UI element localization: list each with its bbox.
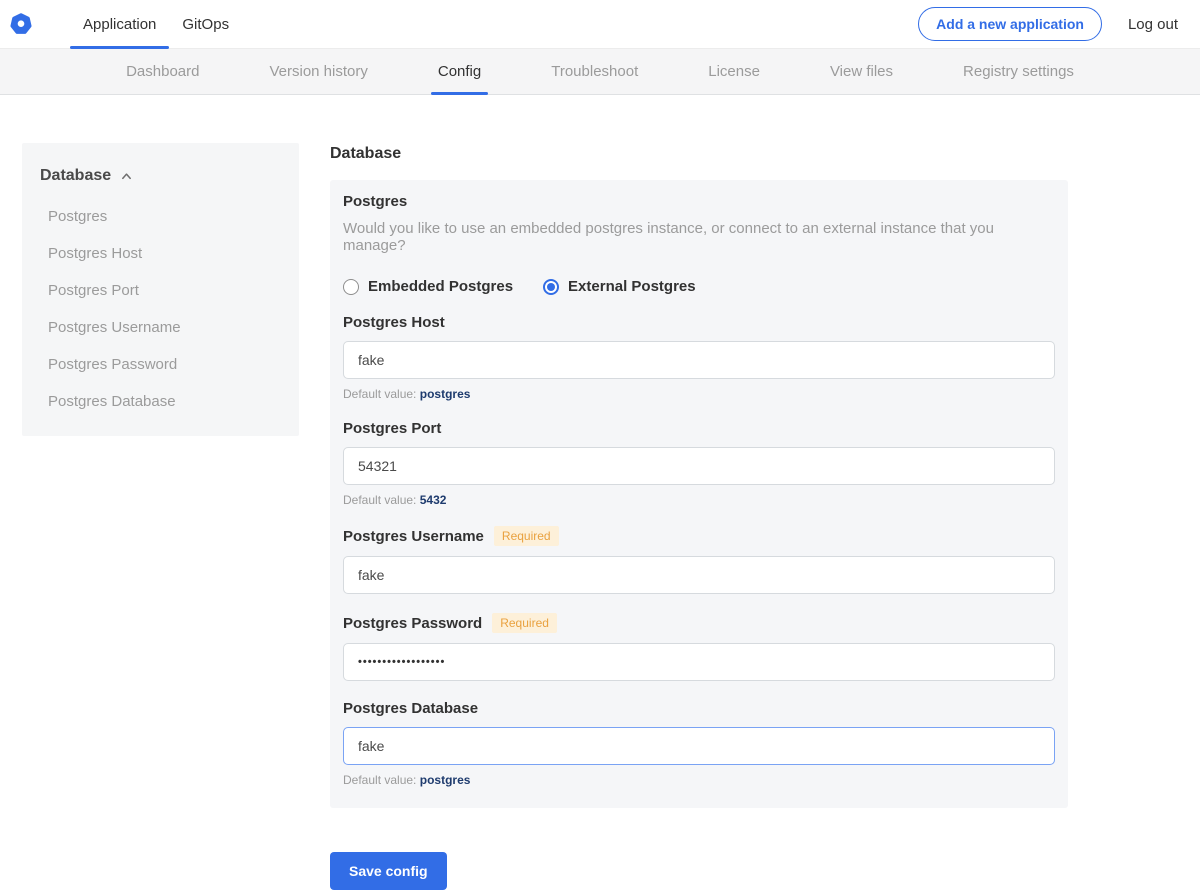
- postgres-host-default: Default value: postgres: [343, 387, 1055, 401]
- subnav-troubleshoot[interactable]: Troubleshoot: [544, 49, 645, 94]
- subnav-dashboard-label: Dashboard: [126, 63, 199, 80]
- postgres-username-label: Postgres Username: [343, 528, 484, 545]
- sidebar-group-database-label: Database: [40, 167, 111, 185]
- database-config-panel: Postgres Would you like to use an embedd…: [330, 180, 1068, 808]
- default-prefix: Default value:: [343, 773, 416, 787]
- postgres-database-default: Default value: postgres: [343, 773, 1055, 787]
- page-title: Database: [330, 145, 1068, 163]
- postgres-database-label: Postgres Database: [343, 700, 478, 717]
- required-badge: Required: [492, 613, 557, 633]
- subnav-config[interactable]: Config: [431, 49, 488, 94]
- postgres-group-help: Would you like to use an embedded postgr…: [343, 220, 1055, 254]
- radio-external-postgres-label: External Postgres: [568, 278, 696, 295]
- app-subnav: Dashboard Version history Config Trouble…: [0, 48, 1200, 95]
- field-postgres-host: Postgres Host Default value: postgres: [343, 314, 1055, 401]
- postgres-group-label: Postgres: [343, 193, 1055, 210]
- config-main: Database Postgres Would you like to use …: [330, 143, 1068, 890]
- subnav-config-label: Config: [438, 63, 481, 80]
- postgres-mode-options: Embedded Postgres External Postgres: [343, 278, 1055, 295]
- postgres-password-label: Postgres Password: [343, 615, 482, 632]
- sidebar-item-postgres[interactable]: Postgres: [48, 198, 281, 235]
- default-value: 5432: [420, 493, 447, 507]
- sidebar-item-postgres-port[interactable]: Postgres Port: [48, 272, 281, 309]
- sidebar-item-postgres-password[interactable]: Postgres Password: [48, 346, 281, 383]
- postgres-port-label: Postgres Port: [343, 420, 441, 437]
- subnav-registry-settings-label: Registry settings: [963, 63, 1074, 80]
- subnav-version-history[interactable]: Version history: [262, 49, 374, 94]
- sidebar-group-database[interactable]: Database: [40, 167, 281, 185]
- postgres-mode-group: Postgres Would you like to use an embedd…: [343, 193, 1055, 295]
- chevron-up-icon: [120, 170, 133, 183]
- subnav-registry-settings[interactable]: Registry settings: [956, 49, 1081, 94]
- logout-link[interactable]: Log out: [1128, 16, 1178, 33]
- postgres-host-label: Postgres Host: [343, 314, 445, 331]
- app-logo-icon: [10, 13, 32, 35]
- default-prefix: Default value:: [343, 493, 416, 507]
- subnav-version-history-label: Version history: [269, 63, 367, 80]
- tab-application-label: Application: [83, 16, 156, 33]
- default-value: postgres: [420, 773, 471, 787]
- field-postgres-password: Postgres Password Required: [343, 613, 1055, 681]
- subnav-dashboard[interactable]: Dashboard: [119, 49, 206, 94]
- app-tabs: Application GitOps: [70, 0, 242, 48]
- sidebar-item-postgres-database[interactable]: Postgres Database: [48, 383, 281, 420]
- tab-gitops[interactable]: GitOps: [169, 0, 242, 48]
- subnav-troubleshoot-label: Troubleshoot: [551, 63, 638, 80]
- postgres-port-default: Default value: 5432: [343, 493, 1055, 507]
- field-postgres-port: Postgres Port Default value: 5432: [343, 420, 1055, 507]
- default-prefix: Default value:: [343, 387, 416, 401]
- subnav-license-label: License: [708, 63, 760, 80]
- config-page-layout: Database Postgres Postgres Host Postgres…: [0, 95, 1200, 890]
- postgres-password-input[interactable]: [343, 643, 1055, 681]
- radio-unselected-icon: [343, 279, 359, 295]
- app-logo[interactable]: [10, 13, 32, 35]
- add-new-application-button[interactable]: Add a new application: [918, 7, 1102, 41]
- tab-application[interactable]: Application: [70, 0, 169, 48]
- field-postgres-database: Postgres Database Default value: postgre…: [343, 700, 1055, 787]
- top-navbar: Application GitOps Add a new application…: [0, 0, 1200, 48]
- subnav-view-files[interactable]: View files: [823, 49, 900, 94]
- postgres-port-input[interactable]: [343, 447, 1055, 485]
- radio-embedded-postgres[interactable]: Embedded Postgres: [343, 278, 513, 295]
- radio-external-postgres[interactable]: External Postgres: [543, 278, 696, 295]
- sidebar-item-postgres-host[interactable]: Postgres Host: [48, 235, 281, 272]
- topnav-right-actions: Add a new application Log out: [918, 7, 1178, 41]
- default-value: postgres: [420, 387, 471, 401]
- postgres-username-input[interactable]: [343, 556, 1055, 594]
- radio-selected-icon: [543, 279, 559, 295]
- postgres-database-input[interactable]: [343, 727, 1055, 765]
- save-config-button[interactable]: Save config: [330, 852, 447, 890]
- subnav-license[interactable]: License: [701, 49, 767, 94]
- radio-embedded-postgres-label: Embedded Postgres: [368, 278, 513, 295]
- config-sidebar: Database Postgres Postgres Host Postgres…: [22, 143, 299, 436]
- field-postgres-username: Postgres Username Required: [343, 526, 1055, 594]
- tab-gitops-label: GitOps: [182, 16, 229, 33]
- required-badge: Required: [494, 526, 559, 546]
- postgres-host-input[interactable]: [343, 341, 1055, 379]
- sidebar-item-postgres-username[interactable]: Postgres Username: [48, 309, 281, 346]
- subnav-view-files-label: View files: [830, 63, 893, 80]
